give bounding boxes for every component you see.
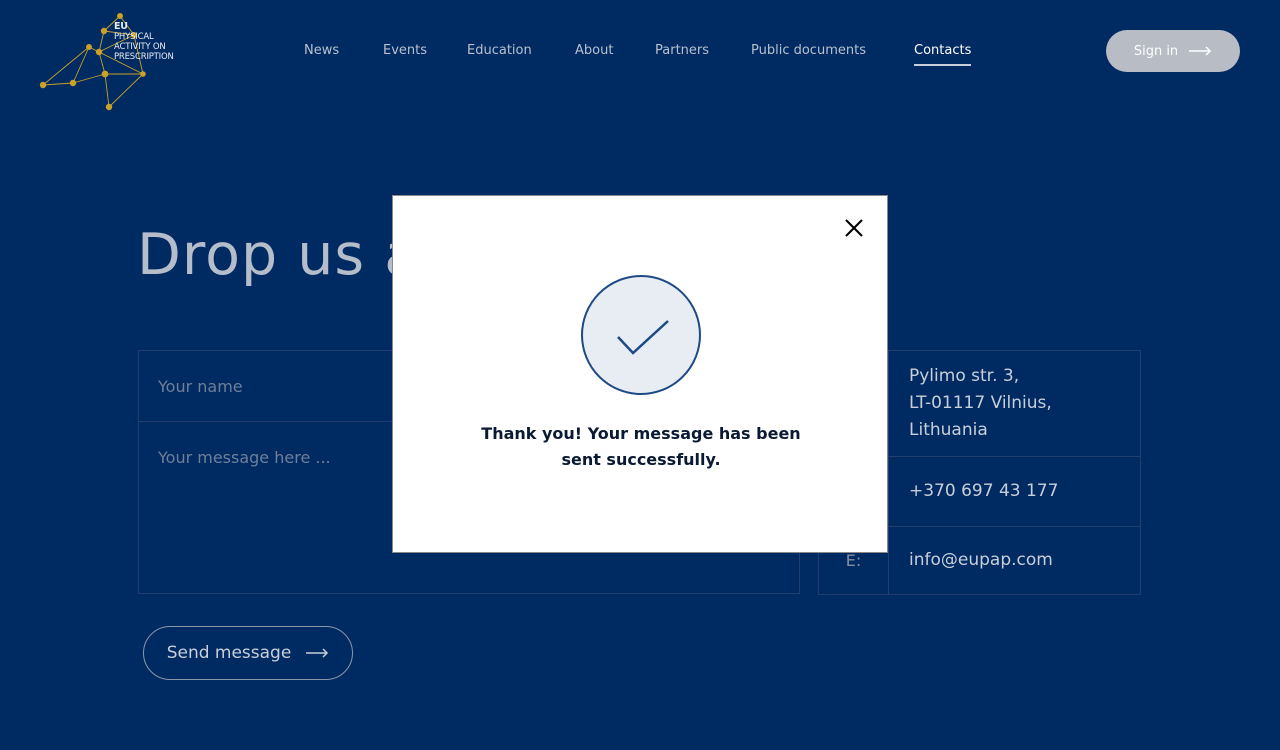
- send-message-label: Send message: [166, 643, 292, 663]
- message-placeholder: Your message here ...: [158, 448, 331, 467]
- nav-item-partners[interactable]: Partners: [655, 43, 709, 58]
- nav-item-news[interactable]: News: [304, 43, 339, 58]
- send-message-button[interactable]: Send message: [143, 626, 353, 680]
- check-icon: [617, 320, 669, 355]
- success-message-line: sent successfully.: [561, 450, 721, 469]
- phone-link[interactable]: +370 697 43 177: [909, 478, 1058, 505]
- sign-in-button[interactable]: Sign in: [1106, 30, 1240, 72]
- main-nav: News Events Education About Partners Pub…: [0, 43, 1280, 66]
- success-modal: Thank you! Your message has been sent su…: [392, 195, 888, 553]
- address-line: LT-01117 Vilnius,: [909, 393, 1052, 413]
- nav-item-education[interactable]: Education: [467, 43, 532, 58]
- address-line: Pylimo str. 3,: [909, 366, 1020, 386]
- name-placeholder: Your name: [158, 377, 243, 396]
- nav-item-about[interactable]: About: [575, 43, 613, 58]
- success-message-line: Thank you! Your message has been: [481, 424, 801, 443]
- logo-eu: EU: [114, 21, 128, 32]
- arrow-right-icon: [1189, 46, 1212, 56]
- arrow-right-icon: [306, 648, 329, 658]
- close-icon[interactable]: [844, 218, 864, 238]
- nav-item-public-documents[interactable]: Public documents: [751, 43, 866, 58]
- logo-line: PHYSICAL: [114, 32, 154, 42]
- nav-item-events[interactable]: Events: [383, 43, 427, 58]
- success-message: Thank you! Your message has been sent su…: [393, 421, 889, 473]
- sign-in-label: Sign in: [1133, 43, 1179, 59]
- success-badge: [581, 275, 701, 395]
- nav-item-contacts[interactable]: Contacts: [914, 43, 972, 66]
- address-line: Lithuania: [909, 420, 988, 440]
- email-link[interactable]: info@eupap.com: [909, 547, 1053, 574]
- address-value: Pylimo str. 3, LT-01117 Vilnius, Lithuan…: [909, 363, 1052, 444]
